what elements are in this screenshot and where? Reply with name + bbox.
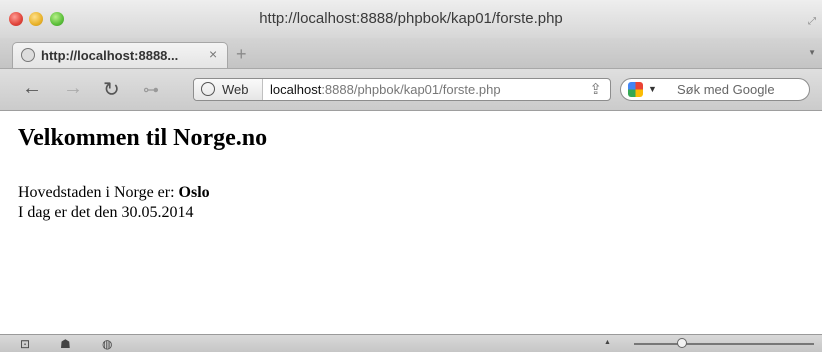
status-bar: ⊡ ☗ ◍ ▲ <box>0 334 822 352</box>
zoom-slider[interactable] <box>634 343 814 345</box>
url-text[interactable]: localhost:8888/phpbok/kap01/forste.php <box>270 82 501 97</box>
window-title: http://localhost:8888/phpbok/kap01/forst… <box>259 10 563 27</box>
url-host: localhost <box>270 82 322 97</box>
url-path: :8888/phpbok/kap01/forste.php <box>321 82 501 97</box>
title-bar: http://localhost:8888/phpbok/kap01/forst… <box>0 0 822 38</box>
forward-button[interactable]: → <box>63 77 83 100</box>
back-button[interactable]: ← <box>22 77 42 100</box>
tab-close-icon[interactable]: × <box>209 46 217 62</box>
tab-bar: http://localhost:8888... × + ▼ <box>0 38 822 69</box>
capital-prefix: Hovedstaden i Norge er: <box>18 184 179 201</box>
settings-icon[interactable]: ◍ <box>102 337 112 351</box>
up-arrow-icon[interactable]: ▲ <box>604 339 611 346</box>
reload-button[interactable]: ↻ <box>103 77 120 102</box>
page-content: Velkommen til Norge.no Hovedstaden i Nor… <box>0 111 822 333</box>
globe-icon <box>201 82 215 96</box>
fullscreen-icon[interactable]: ⤢ <box>808 16 816 27</box>
capital-line: Hovedstaden i Norge er: Oslo <box>18 184 210 202</box>
new-tab-button[interactable]: + <box>236 44 247 65</box>
search-input[interactable]: Søk med Google <box>677 82 775 97</box>
panel-icon[interactable]: ⊡ <box>20 337 30 351</box>
key-icon[interactable]: ⊶ <box>143 80 159 100</box>
date-line: I dag er det den 30.05.2014 <box>18 204 194 221</box>
page-heading: Velkommen til Norge.no <box>18 125 268 151</box>
site-identity-button[interactable]: Web <box>194 79 263 100</box>
capital-name: Oslo <box>178 184 210 201</box>
navigation-toolbar: ← → ↻ ⊶ Web localhost:8888/phpbok/kap01/… <box>0 69 822 111</box>
addon-icon[interactable]: ☗ <box>60 337 71 351</box>
tab-active[interactable]: http://localhost:8888... × <box>12 42 228 68</box>
google-icon[interactable] <box>628 82 643 97</box>
zoom-slider-handle[interactable] <box>677 338 687 348</box>
url-bar[interactable]: Web localhost:8888/phpbok/kap01/forste.p… <box>193 78 611 101</box>
identity-label: Web <box>222 82 249 97</box>
tab-label: http://localhost:8888... <box>41 48 179 63</box>
search-engine-dropdown-icon[interactable]: ▼ <box>648 84 657 94</box>
share-icon[interactable]: ⇪ <box>589 80 602 98</box>
search-bar[interactable]: ▼ Søk med Google <box>620 78 810 101</box>
globe-icon <box>21 48 35 62</box>
tab-list-icon[interactable]: ▼ <box>808 48 816 57</box>
